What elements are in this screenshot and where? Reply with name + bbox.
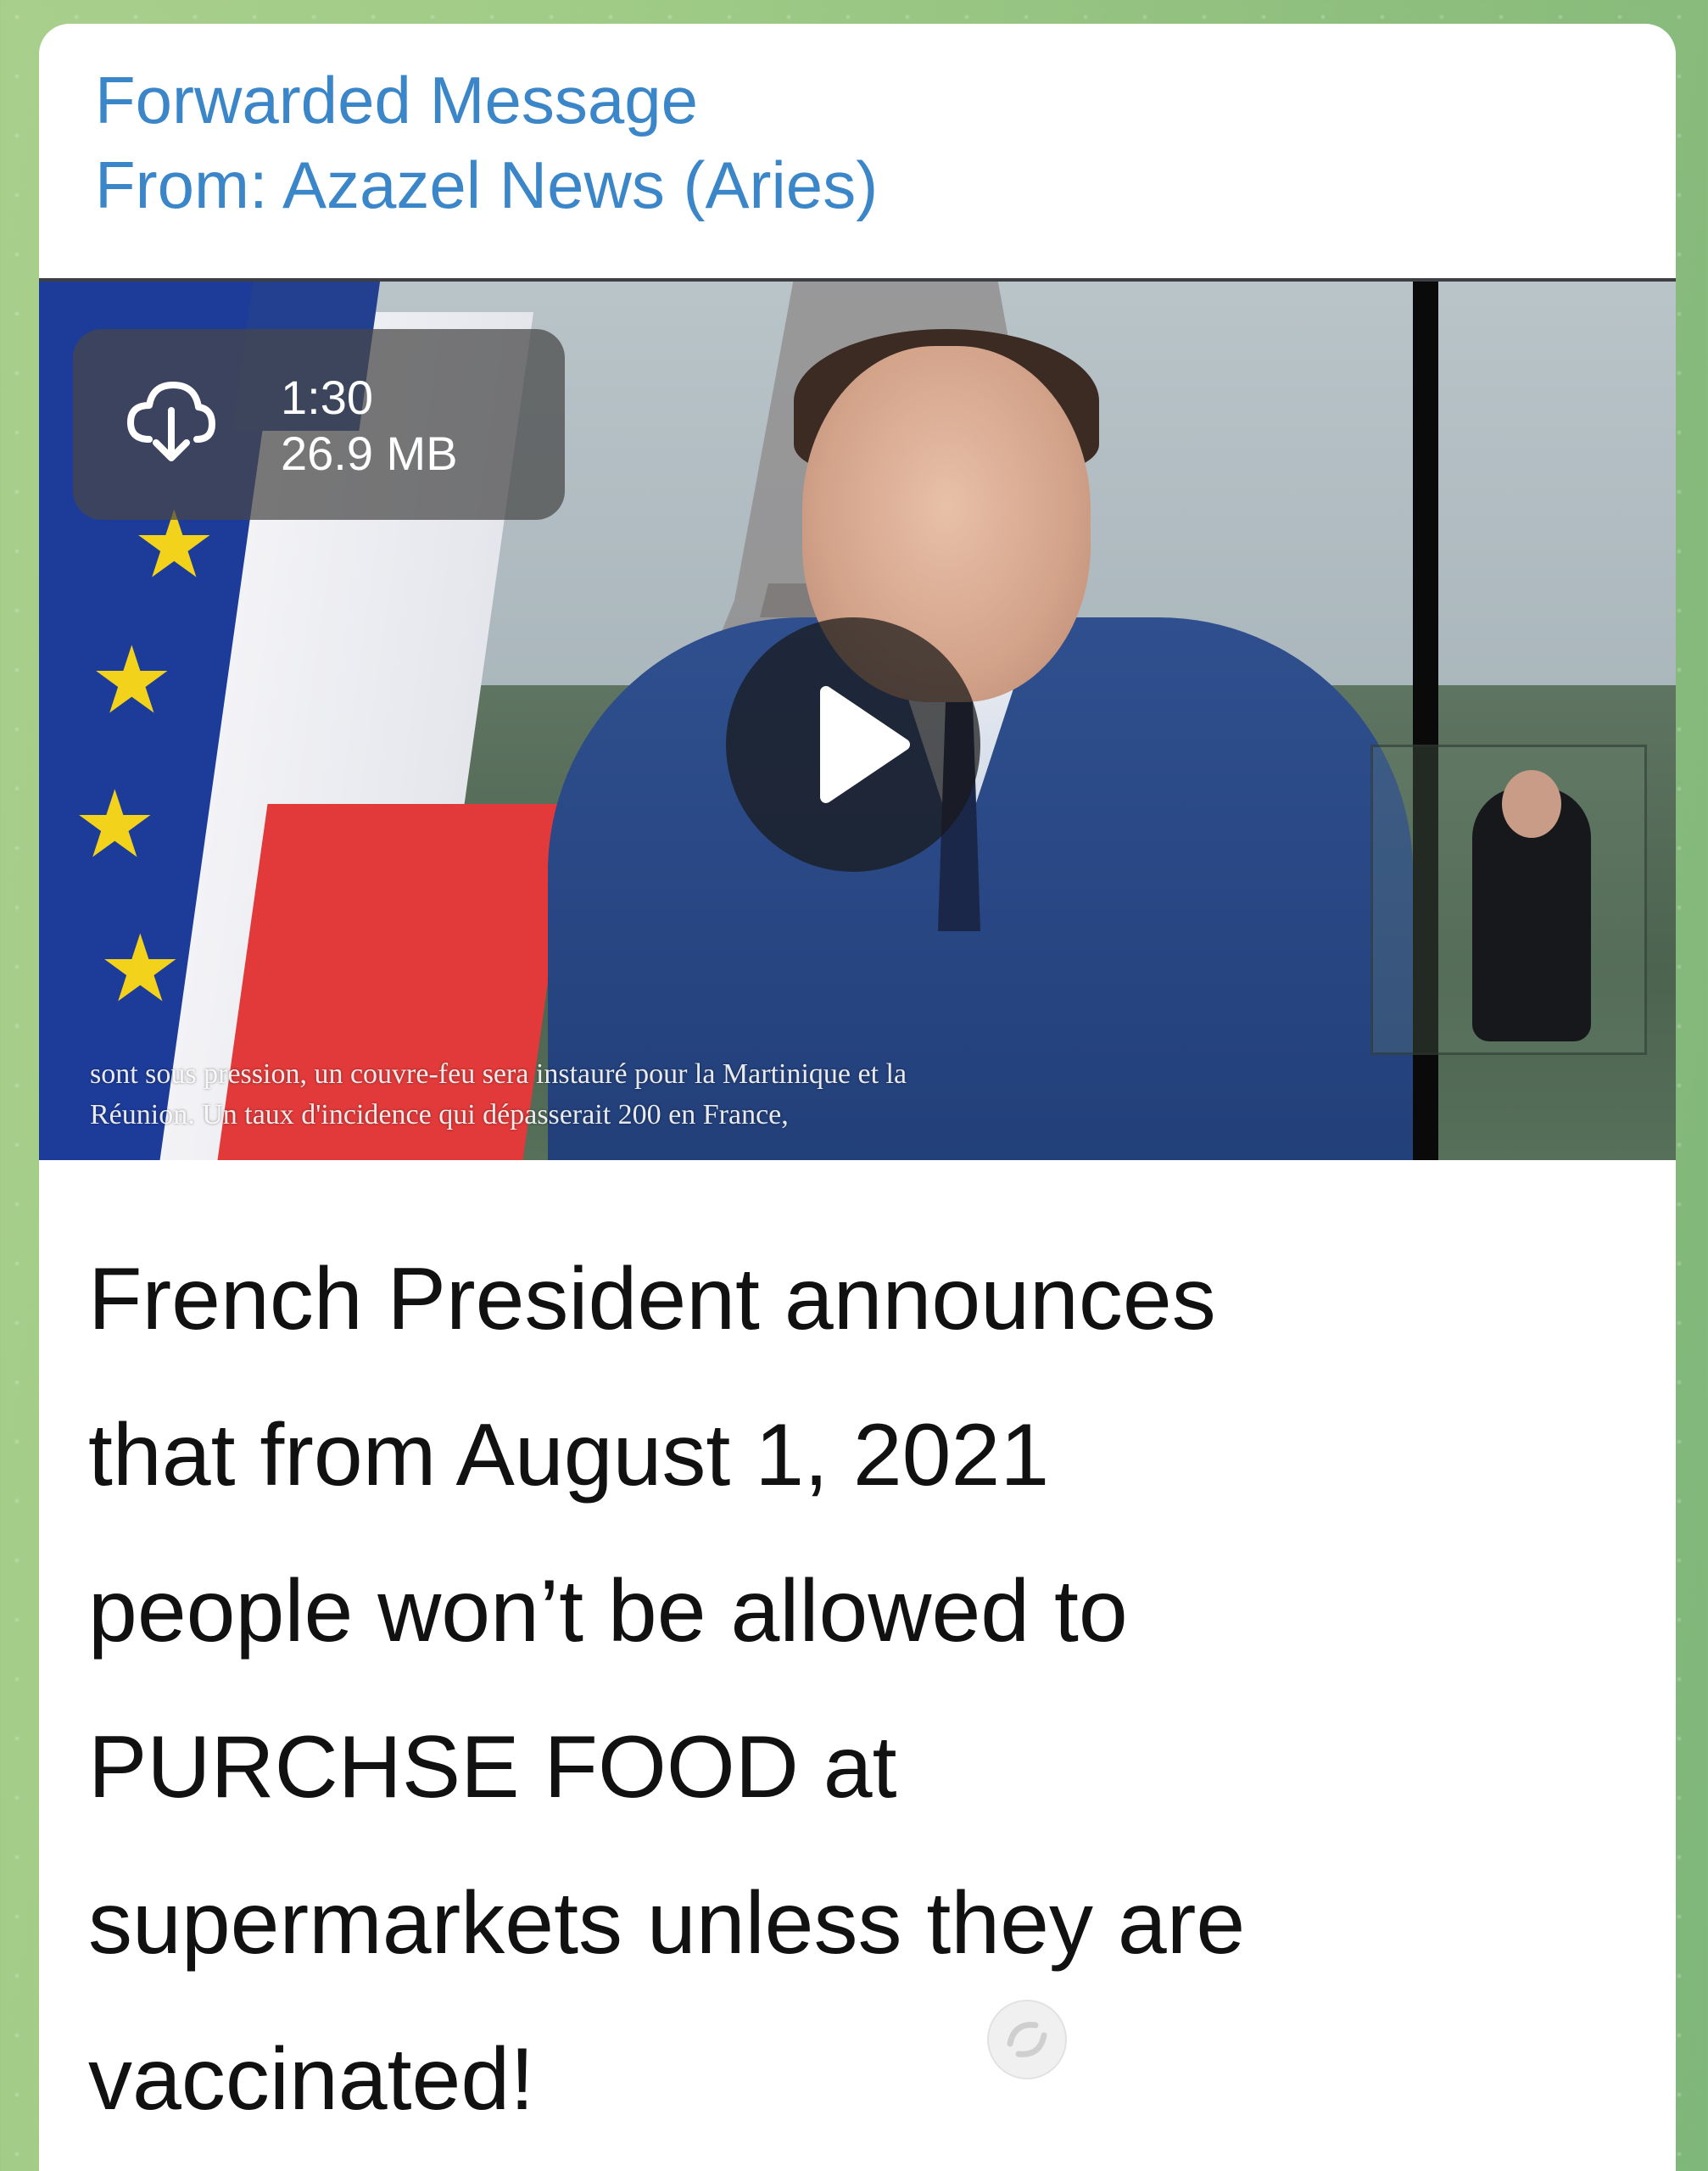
forwarded-label: Forwarded Message [95,63,698,137]
video-subtitles: sont sous pression, un couvre-feu sera i… [90,1054,1532,1136]
media-divider [39,278,1676,282]
video-duration: 1:30 [281,371,373,424]
cloud-download-icon[interactable] [124,373,217,466]
video-file-size: 26.9 MB [281,427,458,480]
play-icon [820,686,910,803]
forward-header[interactable]: Forwarded Message From: Azazel News (Ari… [95,58,878,227]
media-info: 1:30 26.9 MB [281,370,458,482]
caption-line: vaccinated! [88,2030,535,2129]
message-caption: French President announces that from Aug… [88,1221,1649,2157]
video-thumbnail[interactable]: ★ ★ ★ ★ sont sous pression, un couvre-fe… [39,278,1676,1160]
sign-language-interpreter-head [1502,770,1561,838]
watermark-logo-icon [987,2000,1067,2079]
caption-line: people won’t be allowed to [88,1562,1128,1660]
caption-line: that from August 1, 2021 [88,1406,1050,1504]
caption-line: French President announces [88,1250,1216,1348]
eu-flag-star-icon: ★ [73,773,157,877]
video-subtitle-line: sont sous pression, un couvre-feu sera i… [90,1058,907,1090]
eu-flag-star-icon: ★ [90,628,174,733]
media-download-badge[interactable]: 1:30 26.9 MB [73,329,565,520]
eu-flag-star-icon: ★ [98,917,182,1021]
forwarded-message-bubble[interactable]: Forwarded Message From: Azazel News (Ari… [39,24,1676,2171]
forward-source-link[interactable]: From: Azazel News (Aries) [95,142,878,227]
caption-line: supermarkets unless they are [88,1874,1246,1973]
caption-line: PURCHSE FOOD at [88,1718,897,1817]
video-subtitle-line: Réunion. Un taux d'incidence qui dépasse… [90,1099,789,1130]
play-button[interactable] [726,617,980,872]
